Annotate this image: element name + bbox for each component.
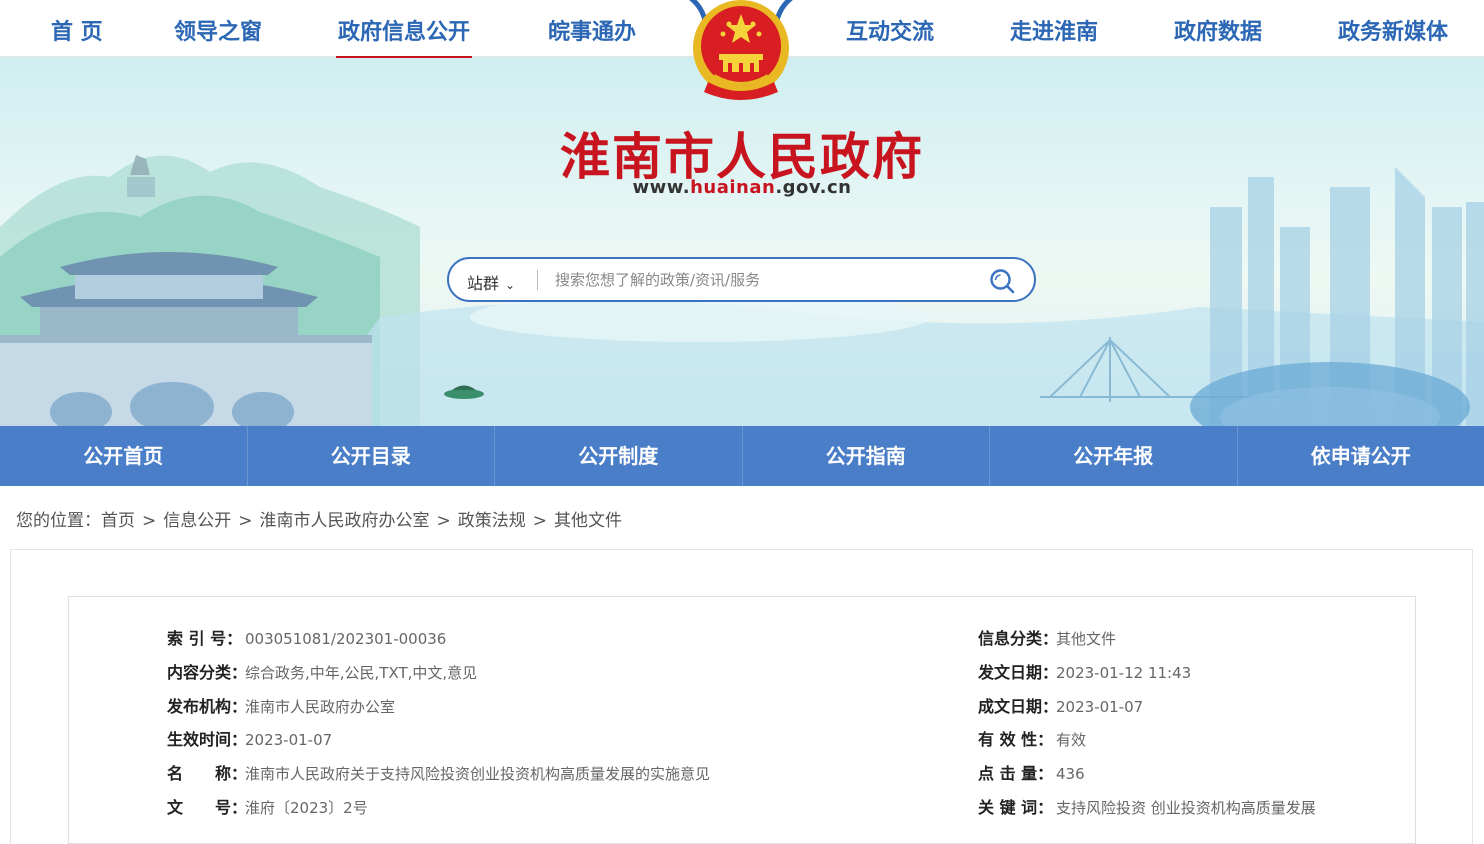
breadcrumb-link[interactable]: 政策法规	[458, 511, 526, 531]
section-nav-catalog[interactable]: 公开目录	[248, 426, 495, 486]
meta-key: 发文日期：	[978, 663, 1059, 682]
meta-row: 发文日期：2023-01-12 11:43	[978, 659, 1192, 682]
breadcrumb: 您的位置：首页 > 信息公开 > 淮南市人民政府办公室 > 政策法规 > 其他文件	[16, 506, 622, 531]
breadcrumb-prefix: 您的位置：	[16, 511, 101, 531]
chevron-down-icon: ⌄	[505, 278, 516, 292]
document-meta-table: 索 引 号： 003051081/202301-00036 内容分类：综合政务,中…	[68, 596, 1416, 844]
meta-key: 有 效 性：	[978, 730, 1054, 749]
meta-value: 淮南市人民政府办公室	[245, 698, 396, 716]
top-nav-interaction[interactable]: 互动交流	[846, 14, 934, 46]
meta-key: 关 键 词：	[978, 798, 1054, 817]
search-input[interactable]	[555, 268, 975, 292]
search-scope-dropdown[interactable]: 站群 ⌄	[467, 270, 515, 294]
landscape-illustration	[0, 155, 1484, 426]
meta-row: 名 称：淮南市人民政府关于支持风险投资创业投资机构高质量发展的实施意见	[167, 760, 711, 783]
meta-row: 有 效 性： 有效	[978, 726, 1087, 749]
section-nav-guide[interactable]: 公开指南	[743, 426, 990, 486]
breadcrumb-link[interactable]: 首页	[101, 511, 135, 531]
meta-row: 生效时间：2023-01-07	[167, 726, 333, 749]
search-icon[interactable]	[988, 267, 1016, 295]
top-nav-leaders[interactable]: 领导之窗	[174, 14, 262, 46]
breadcrumb-separator: >	[532, 511, 547, 531]
meta-value: 综合政务,中年,公民,TXT,中文,意见	[245, 664, 478, 682]
section-nav-home[interactable]: 公开首页	[0, 426, 248, 486]
site-url-highlight: huainan	[690, 177, 776, 198]
section-nav-apply[interactable]: 依申请公开	[1238, 426, 1484, 486]
meta-key: 发布机构：	[167, 697, 248, 716]
meta-key: 生效时间：	[167, 730, 248, 749]
breadcrumb-link[interactable]: 信息公开	[163, 511, 231, 531]
meta-value: 淮府〔2023〕2号	[245, 799, 368, 817]
header-banner: 淮南市人民政府 www.huainan.gov.cn 站群 ⌄	[0, 57, 1484, 426]
meta-value: 有效	[1056, 731, 1087, 749]
breadcrumb-link[interactable]: 淮南市人民政府办公室	[260, 511, 430, 531]
meta-key: 信息分类：	[978, 629, 1059, 648]
meta-row: 关 键 词： 支持风险投资 创业投资机构高质量发展	[978, 794, 1316, 817]
site-url[interactable]: www.huainan.gov.cn	[0, 177, 1484, 198]
search-divider	[537, 270, 538, 290]
top-nav-home[interactable]: 首 页	[51, 14, 103, 46]
meta-value: 其他文件	[1056, 630, 1117, 648]
section-nav-system[interactable]: 公开制度	[495, 426, 743, 486]
meta-key: 文 号：	[167, 798, 248, 817]
breadcrumb-separator: >	[142, 511, 157, 531]
top-nav-gov-data[interactable]: 政府数据	[1174, 14, 1262, 46]
meta-row: 成文日期：2023-01-07	[978, 693, 1144, 716]
meta-value: 支持风险投资 创业投资机构高质量发展	[1056, 799, 1316, 817]
national-emblem-icon[interactable]	[688, 0, 794, 108]
meta-row: 内容分类：综合政务,中年,公民,TXT,中文,意见	[167, 659, 478, 682]
meta-value: 003051081/202301-00036	[245, 630, 447, 648]
breadcrumb-link[interactable]: 其他文件	[554, 511, 622, 531]
top-nav-about-city[interactable]: 走进淮南	[1010, 14, 1098, 46]
meta-row: 信息分类：其他文件	[978, 625, 1117, 648]
meta-value: 436	[1056, 765, 1085, 783]
meta-value: 淮南市人民政府关于支持风险投资创业投资机构高质量发展的实施意见	[245, 765, 711, 783]
meta-row: 索 引 号： 003051081/202301-00036	[167, 625, 447, 648]
top-nav-services[interactable]: 皖事通办	[548, 14, 636, 46]
meta-row: 文 号：淮府〔2023〕2号	[167, 794, 368, 817]
section-nav: 公开首页 公开目录 公开制度 公开指南 公开年报 依申请公开	[0, 426, 1484, 486]
site-url-suffix: .gov.cn	[775, 177, 852, 198]
meta-value: 2023-01-12 11:43	[1056, 664, 1192, 682]
site-url-prefix: www.	[632, 177, 691, 198]
meta-key: 点 击 量：	[978, 764, 1054, 783]
search-scope-label: 站群	[467, 274, 500, 293]
meta-key: 成文日期：	[978, 697, 1059, 716]
top-nav-gov-info[interactable]: 政府信息公开	[335, 14, 473, 58]
top-nav-new-media[interactable]: 政务新媒体	[1338, 14, 1448, 46]
breadcrumb-separator: >	[238, 511, 253, 531]
meta-value: 2023-01-07	[1056, 698, 1144, 716]
meta-row: 发布机构：淮南市人民政府办公室	[167, 693, 396, 716]
meta-key: 索 引 号：	[167, 629, 243, 648]
meta-value: 2023-01-07	[245, 731, 333, 749]
section-nav-annual-report[interactable]: 公开年报	[990, 426, 1238, 486]
meta-key: 内容分类：	[167, 663, 248, 682]
meta-key: 名 称：	[167, 764, 248, 783]
search-bar: 站群 ⌄	[447, 257, 1036, 302]
breadcrumb-separator: >	[436, 511, 451, 531]
meta-row: 点 击 量： 436	[978, 760, 1085, 783]
